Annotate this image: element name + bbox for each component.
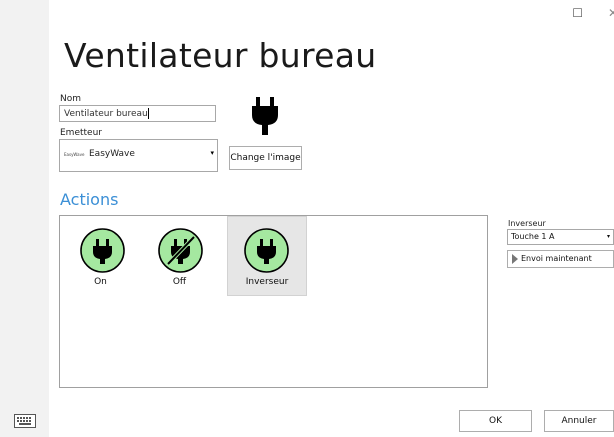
- inverseur-label: Inverseur: [508, 219, 546, 228]
- play-icon: [512, 253, 518, 264]
- touche-value: Touche 1 A: [511, 232, 555, 241]
- text-caret: [147, 108, 149, 119]
- name-field[interactable]: Ventilateur bureau: [59, 105, 216, 122]
- name-label: Nom: [60, 94, 82, 104]
- emitter-label: Emetteur: [60, 128, 102, 138]
- plug-off-icon: [158, 228, 203, 273]
- left-sidebar: [0, 0, 49, 437]
- action-off[interactable]: Off: [145, 216, 220, 296]
- plug-icon: [244, 228, 289, 273]
- change-image-button[interactable]: Change l'image: [229, 146, 302, 170]
- actions-list[interactable]: On Off Inverseur: [59, 215, 488, 388]
- send-now-label: Envoi maintenant: [521, 254, 592, 263]
- maximize-button[interactable]: ☐: [572, 6, 583, 20]
- action-on[interactable]: On: [63, 216, 138, 296]
- action-inverseur[interactable]: Inverseur: [227, 216, 307, 296]
- action-label: Inverseur: [245, 277, 289, 287]
- actions-title: Actions: [60, 190, 119, 209]
- emitter-select[interactable]: EasyWave EasyWave ▾: [59, 139, 218, 172]
- touche-select[interactable]: Touche 1 A ▾: [507, 229, 614, 245]
- chevron-down-icon: ▾: [606, 233, 610, 240]
- plug-icon: [252, 97, 278, 135]
- cancel-button[interactable]: Annuler: [544, 410, 614, 432]
- plug-icon: [80, 228, 125, 273]
- action-label: Off: [172, 277, 187, 287]
- send-now-button[interactable]: Envoi maintenant: [507, 250, 614, 268]
- close-button[interactable]: ✕: [608, 6, 614, 20]
- ok-button[interactable]: OK: [459, 410, 532, 432]
- emitter-value: EasyWave: [89, 149, 135, 159]
- page-title: Ventilateur bureau: [64, 36, 377, 75]
- keyboard-icon[interactable]: [14, 414, 36, 428]
- easywave-logo: EasyWave: [64, 152, 85, 157]
- action-label: On: [94, 277, 107, 287]
- name-value: Ventilateur bureau: [64, 109, 148, 119]
- chevron-down-icon: ▾: [210, 149, 214, 157]
